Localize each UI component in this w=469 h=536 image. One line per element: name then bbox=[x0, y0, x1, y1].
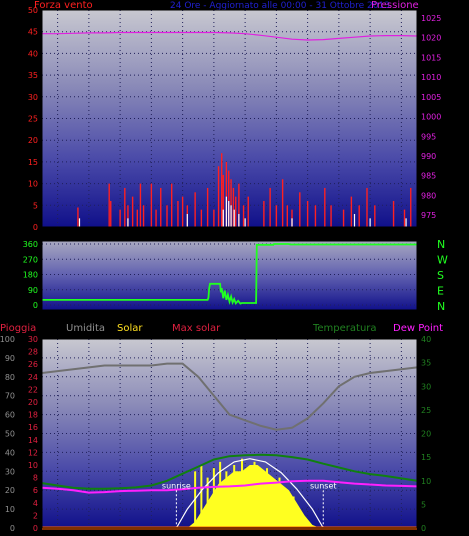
time-tick-label: 16 bbox=[309, 231, 319, 240]
rain-tick-label: 16 bbox=[28, 423, 38, 432]
wind-tick-label: 30 bbox=[28, 93, 38, 102]
wind-direction-panel: 090180270360 NWSEN bbox=[23, 238, 448, 313]
time-tick-label: 00 bbox=[412, 231, 422, 240]
rain-tick-label: 28 bbox=[28, 348, 38, 357]
temperature-tick-label: 30 bbox=[421, 382, 431, 391]
wind-tick-label: 10 bbox=[28, 180, 38, 189]
temperature-tick-label: 35 bbox=[421, 359, 431, 368]
rain-tick-label: 12 bbox=[28, 448, 38, 457]
pressure-tick-label: 995 bbox=[421, 132, 436, 141]
humidity-tick-label: 50 bbox=[5, 430, 15, 439]
pressure-tick-label: 1020 bbox=[421, 34, 441, 43]
time-tick-label: 06 bbox=[159, 231, 169, 240]
compass-label: E bbox=[437, 285, 444, 298]
humidity-tick-label: 40 bbox=[5, 448, 15, 457]
humidity-tick-label: 0 bbox=[10, 524, 15, 532]
time-tick-label: 18 bbox=[337, 231, 347, 240]
direction-tick-label: 0 bbox=[33, 301, 38, 310]
rain-tick-label: 2 bbox=[33, 511, 38, 520]
time-tick-label: 12 bbox=[228, 231, 238, 240]
wind-tick-label: 35 bbox=[28, 71, 38, 80]
compass-label: N bbox=[437, 238, 445, 251]
pressure-tick-label: 1010 bbox=[421, 73, 441, 82]
rain-tick-label: 22 bbox=[28, 385, 38, 394]
wind-tick-label: 15 bbox=[28, 158, 38, 167]
rain-tick-label: 8 bbox=[33, 474, 38, 483]
pressure-tick-label: 975 bbox=[421, 211, 436, 220]
temperature-label: Temperatura bbox=[312, 323, 377, 334]
direction-tick-label: 270 bbox=[23, 255, 38, 264]
pressure-tick-label: 980 bbox=[421, 191, 436, 200]
solar-label: Solar bbox=[117, 323, 143, 334]
rain-tick-label: 0 bbox=[33, 524, 38, 532]
max-solar-label: Max solar bbox=[172, 323, 221, 334]
pressure-tick-label: 1000 bbox=[421, 113, 441, 122]
compass-label: W bbox=[437, 254, 448, 267]
temperature-tick-label: 0 bbox=[421, 524, 426, 532]
time-tick-label: 13 bbox=[253, 231, 263, 240]
time-tick-label: 20 bbox=[362, 231, 372, 240]
dewpoint-label: Dew Point bbox=[393, 323, 443, 334]
pressure-label: Pressione bbox=[371, 0, 419, 11]
rain-label: Pioggia bbox=[0, 323, 36, 334]
rain-tick-label: 30 bbox=[28, 335, 38, 344]
rain-tick-label: 20 bbox=[28, 398, 38, 407]
pressure-tick-label: 1015 bbox=[421, 53, 441, 62]
compass-label: N bbox=[437, 300, 445, 313]
wind-tick-label: 40 bbox=[28, 49, 38, 58]
humidity-tick-label: 100 bbox=[0, 335, 15, 344]
rain-tick-label: 4 bbox=[33, 499, 38, 508]
sunset-label: sunset bbox=[310, 481, 337, 490]
wind-tick-label: 5 bbox=[33, 201, 38, 210]
wind-tick-label: 20 bbox=[28, 136, 38, 145]
rain-tick-label: 26 bbox=[28, 360, 38, 369]
time-tick-label: 14 bbox=[281, 231, 291, 240]
pressure-tick-label: 1005 bbox=[421, 93, 441, 102]
time-tick-label: 05 bbox=[131, 231, 141, 240]
rain-tick-label: 10 bbox=[28, 461, 38, 470]
time-tick-label: 10 bbox=[213, 231, 223, 240]
sunrise-label: sunrise bbox=[162, 481, 191, 490]
direction-tick-label: 360 bbox=[23, 240, 38, 249]
direction-tick-label: 180 bbox=[23, 271, 38, 280]
pressure-tick-label: 990 bbox=[421, 152, 436, 161]
time-tick-label: 03 bbox=[78, 231, 88, 240]
wind-tick-label: 0 bbox=[33, 223, 38, 232]
compass-label: S bbox=[437, 269, 444, 282]
pressure-tick-label: 1025 bbox=[421, 14, 441, 23]
rain-tick-label: 24 bbox=[28, 373, 38, 382]
pressure-tick-label: 985 bbox=[421, 172, 436, 181]
temperature-tick-label: 10 bbox=[421, 477, 431, 486]
humidity-tick-label: 80 bbox=[5, 373, 15, 382]
time-tick-label: 08 bbox=[187, 231, 197, 240]
wind-tick-label: 45 bbox=[28, 28, 38, 37]
temperature-tick-label: 25 bbox=[421, 406, 431, 415]
humidity-tick-label: 90 bbox=[5, 354, 15, 363]
wind-label: Forza vento bbox=[34, 0, 93, 11]
humidity-label: Umidita bbox=[66, 323, 105, 334]
humidity-tick-label: 10 bbox=[5, 505, 15, 514]
humidity-tick-label: 20 bbox=[5, 486, 15, 495]
rain-tick-label: 14 bbox=[28, 436, 38, 445]
temperature-humidity-panel: sunrise sunset 0102030405060708090100 02… bbox=[0, 323, 443, 533]
humidity-tick-label: 30 bbox=[5, 467, 15, 476]
time-tick-label: 04 bbox=[104, 231, 114, 240]
temperature-tick-label: 20 bbox=[421, 430, 431, 439]
temperature-tick-label: 15 bbox=[421, 453, 431, 462]
temperature-tick-label: 5 bbox=[421, 500, 426, 509]
wind-pressure-panel: 05101520253035404550 9759809859909951000… bbox=[28, 0, 442, 240]
weather-dashboard: 0 5 10 15 20 25 30 35 40 45 50 975 980 985 990 995 1000… bbox=[0, 0, 469, 533]
time-tick-label: 22 bbox=[390, 231, 400, 240]
rain-tick-label: 18 bbox=[28, 411, 38, 420]
humidity-tick-label: 60 bbox=[5, 411, 15, 420]
rain-tick-label: 6 bbox=[33, 486, 38, 495]
weather-charts: 05101520253035404550 9759809859909951000… bbox=[0, 0, 448, 533]
humidity-tick-label: 70 bbox=[5, 392, 15, 401]
wind-tick-label: 25 bbox=[28, 115, 38, 124]
direction-tick-label: 90 bbox=[28, 286, 38, 295]
temperature-tick-label: 40 bbox=[421, 335, 431, 344]
